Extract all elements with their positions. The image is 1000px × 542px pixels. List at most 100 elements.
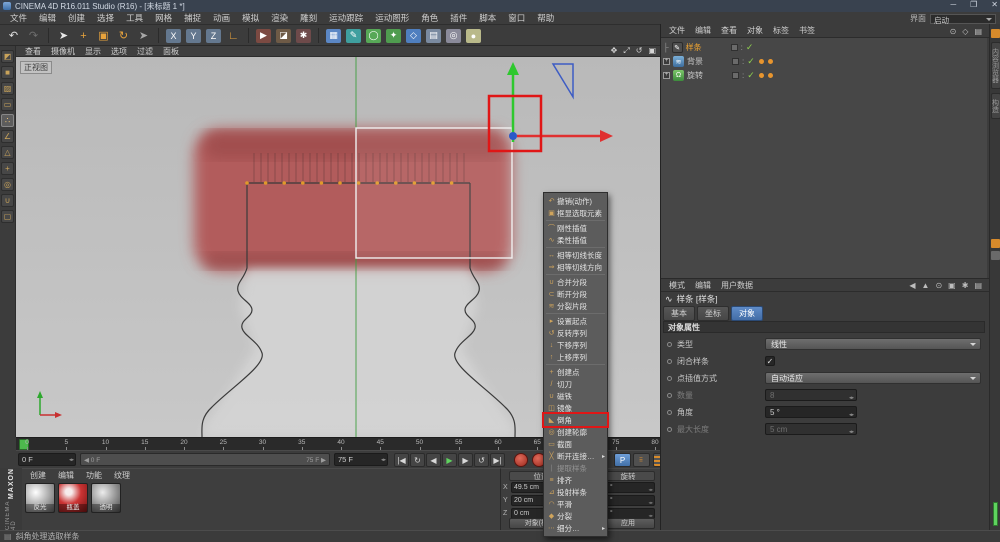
keyframe-selection-p-icon[interactable]: P [614,453,631,467]
rotation-H-field[interactable]: 0 ° [601,482,655,493]
texture-tag[interactable] [759,59,764,64]
play-icon[interactable]: ▶ [442,453,457,467]
panel-icon-2[interactable] [991,251,1000,260]
previous-frame-icon[interactable]: ◀ [426,453,441,467]
object-name[interactable]: 旋转 [687,70,729,81]
object-manager-list[interactable]: ├✎样条:✓+≋背景:✓+Ω旋转:✓ [661,38,987,278]
spline-point[interactable] [320,181,324,185]
viewport-menu-0[interactable]: 查看 [20,46,46,57]
menu-item-6[interactable]: 捕捉 [178,12,207,24]
visibility-dots[interactable]: : [742,73,744,79]
coordinate-system-icon[interactable]: ∟ [224,27,243,44]
om-menu-3[interactable]: 对象 [742,25,768,36]
texture-mode-icon[interactable]: ▨ [1,82,14,95]
toggle-view-icon[interactable]: ▣ [648,46,656,56]
zoom-view-icon[interactable]: ⤢ [623,46,629,56]
am-cursor-icon[interactable]: ▲ [922,281,930,290]
goto-start-icon[interactable]: |◀ [394,453,409,467]
camera-icon[interactable]: ◎ [444,27,463,44]
menu-item-13[interactable]: 角色 [415,12,444,24]
texture-tag[interactable] [768,73,773,78]
lock-z-icon[interactable]: Z [204,27,223,44]
am-settings-icon[interactable]: ✱ [962,281,969,290]
context-item-soft-interpolation[interactable]: ∿柔性插值 [544,234,607,246]
lock-x-icon[interactable]: X [164,27,183,44]
expand-toggle[interactable]: + [663,58,670,65]
texture-tag[interactable] [759,73,764,78]
lock-y-icon[interactable]: Y [184,27,203,44]
context-item-cross-section[interactable]: ▭截面 [544,438,607,450]
om-menu-2[interactable]: 查看 [716,25,742,36]
am-copy-icon[interactable]: ▣ [948,281,956,290]
context-item-hard-interpolation[interactable]: ⌒刚性插值 [544,222,607,234]
viewport-menu-4[interactable]: 过滤 [132,46,158,57]
om-menu-1[interactable]: 编辑 [690,25,716,36]
context-item-set-first-point[interactable]: ▸设置起点 [544,315,607,327]
pan-view-icon[interactable]: ✥ [611,46,618,56]
menu-item-4[interactable]: 工具 [120,12,149,24]
enable-check[interactable]: ✓ [746,42,754,53]
visibility-dots[interactable]: : [741,45,743,51]
viewport-menu-1[interactable]: 摄像机 [46,46,80,57]
enable-check[interactable]: ✓ [747,56,755,67]
point-mode-icon[interactable]: ∴ [1,114,14,127]
close-button[interactable]: ✕ [991,0,998,9]
polygon-mode-icon[interactable]: △ [1,146,14,159]
spline-point[interactable] [338,181,342,185]
am-menu-2[interactable]: 用户数据 [716,280,758,291]
spline-point[interactable] [264,181,268,185]
am-panel-icon[interactable]: ▤ [974,281,982,290]
end-frame-field[interactable]: 75 F [334,453,388,466]
material-menu-2[interactable]: 功能 [80,470,108,481]
menu-item-5[interactable]: 网格 [149,12,178,24]
context-item-mirror[interactable]: ◫镜像 [544,402,607,414]
om-filter-icon[interactable]: ◇ [962,27,968,36]
light-icon[interactable]: ● [464,27,483,44]
context-item-equal-tangent-length[interactable]: ↔相等切线长度 [544,249,607,261]
menu-item-7[interactable]: 动画 [207,12,236,24]
side-tab-0[interactable]: 内容浏览器 [991,42,1000,89]
menu-item-14[interactable]: 插件 [444,12,473,24]
menu-item-10[interactable]: 雕刻 [294,12,323,24]
last-tool-icon[interactable]: ➤ [134,27,153,44]
context-item-smooth[interactable]: ◠平滑 [544,498,607,510]
attr-checkbox-1[interactable]: ✓ [765,356,775,366]
om-search-icon[interactable]: ⊙ [950,27,957,36]
spline-point[interactable] [245,181,249,185]
row-toggle-icon[interactable] [667,359,672,364]
context-item-frame-selected-elements[interactable]: ▣框显选取元素 [544,207,607,219]
attribute-tab-2[interactable]: 对象 [731,306,763,321]
redo-icon[interactable]: ↷ [24,27,43,44]
environment-icon[interactable]: ◇ [404,27,423,44]
menu-item-12[interactable]: 运动图形 [369,12,415,24]
primitive-cube-icon[interactable]: ▦ [324,27,343,44]
rotate-icon[interactable]: ↻ [114,27,133,44]
viewport-menu-2[interactable]: 显示 [80,46,106,57]
scale-icon[interactable]: ▣ [94,27,113,44]
object-row-2[interactable]: +Ω旋转:✓ [663,69,983,82]
viewport-menu-3[interactable]: 选项 [106,46,132,57]
menu-item-2[interactable]: 创建 [62,12,91,24]
interface-dropdown[interactable]: 启动 [930,14,996,24]
material-menu-0[interactable]: 创建 [24,470,52,481]
enable-axis-icon[interactable]: + [1,162,14,175]
context-item-disconnect[interactable]: ╳断开连接…▸ [544,450,607,462]
context-item-join-segment[interactable]: ∪合并分段 [544,276,607,288]
menu-item-11[interactable]: 运动跟踪 [323,12,369,24]
material-gray[interactable]: 透明 [91,483,121,513]
move-icon[interactable]: + [74,27,93,44]
attr-stepper-3[interactable]: 8 [765,389,857,401]
render-settings-icon[interactable]: ✱ [294,27,313,44]
timeline-range-scrollbar[interactable]: ◀ 0 F 75 F ▶ [80,453,330,466]
context-item-explode-segments[interactable]: ≋分裂片段 [544,300,607,312]
viewport-menu-5[interactable]: 面板 [158,46,184,57]
render-view-icon[interactable]: ▶ [254,27,273,44]
undo-icon[interactable]: ↶ [4,27,23,44]
attr-stepper-4[interactable]: 5 ° [765,406,857,418]
context-item-magnet[interactable]: ∪磁铁 [544,390,607,402]
context-item-project-spline[interactable]: ⊿投射样条 [544,486,607,498]
context-item-undo-action[interactable]: ↶撤销(动作) [544,195,607,207]
rotation-P-field[interactable]: 0 ° [601,495,655,506]
context-item-equal-tangent-direction[interactable]: ⇒相等切线方向 [544,261,607,273]
row-toggle-icon[interactable] [667,376,672,381]
